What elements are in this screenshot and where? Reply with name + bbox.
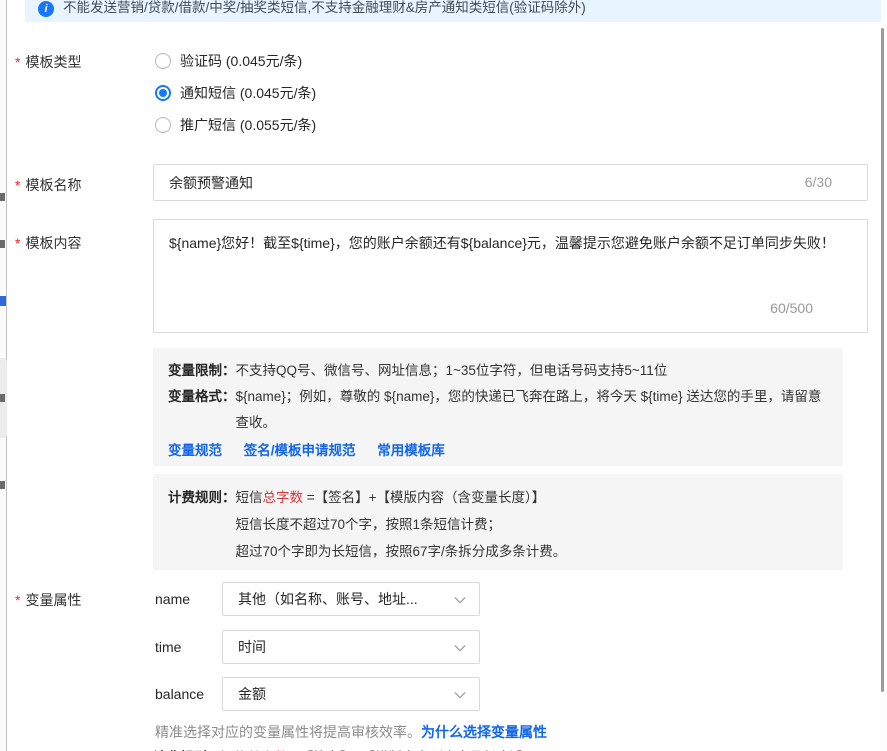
info-banner-text: 不能发送营销/贷款/借款/中奖/抽奖类短信,不支持金融理财&房产通知类短信(验证… xyxy=(63,0,586,16)
billing-rules-line1: 短信总字数 =【签名】+【模版内容（含变量长度）】 xyxy=(236,484,829,511)
attr-select-balance-value: 金额 xyxy=(238,684,445,704)
required-asterisk: * xyxy=(15,592,20,608)
template-name-input[interactable] xyxy=(153,164,868,201)
variable-attrs-label: *变量属性 xyxy=(15,590,81,610)
attr-select-name-value: 其他（如名称、账号、地址... xyxy=(238,589,445,609)
attr-key-balance: balance xyxy=(155,686,222,702)
clipped-text-fragment xyxy=(0,481,5,489)
clipped-text-fragment xyxy=(0,296,6,306)
template-content-textarea[interactable]: ${name}您好！截至${time}，您的账户余额还有${balance}元，… xyxy=(153,219,868,333)
radio-option-promotional-sms[interactable]: 推广短信 (0.055元/条) xyxy=(155,116,316,134)
why-choose-attr-link[interactable]: 为什么选择变量属性 xyxy=(421,724,547,740)
radio-icon[interactable] xyxy=(155,53,171,69)
info-banner: i 不能发送营销/贷款/借款/中奖/抽奖类短信,不支持金融理财&房产通知类短信(… xyxy=(25,0,881,22)
attr-row-time: time xyxy=(155,630,222,664)
background-page-sliver xyxy=(0,0,7,751)
radio-selected-icon[interactable] xyxy=(155,85,171,101)
clipped-text-fragment xyxy=(0,394,5,402)
attr-select-time[interactable]: 时间 xyxy=(222,630,480,664)
attr-row-name: name xyxy=(155,582,222,616)
variable-spec-link[interactable]: 变量规范 xyxy=(168,443,222,458)
attr-select-balance[interactable]: 金额 xyxy=(222,677,480,711)
template-name-label: *模板名称 xyxy=(15,175,81,195)
chevron-down-icon xyxy=(453,593,467,607)
chevron-down-icon xyxy=(453,688,467,702)
radio-icon[interactable] xyxy=(155,117,171,133)
variable-limit-text: 不支持QQ号、微信号、网址信息；1~35位字符，但电话号码支持5~11位 xyxy=(236,358,829,384)
attr-key-name: name xyxy=(155,591,222,607)
attr-key-time: time xyxy=(155,639,222,655)
required-asterisk: * xyxy=(15,177,20,193)
scrollbar-thumb[interactable] xyxy=(881,28,884,692)
common-template-library-link[interactable]: 常用模板库 xyxy=(377,443,445,458)
attr-select-name[interactable]: 其他（如名称、账号、地址... xyxy=(222,582,480,616)
clipped-billing-line: 计费规则： 短信总字数 =【签名】+【模版内容（含变量长度）】 xyxy=(153,744,843,751)
variable-format-text: ${name}；例如，尊敬的 ${name}，您的快递已飞奔在路上，将今天 ${… xyxy=(236,384,829,436)
variable-format-label: 变量格式： xyxy=(168,384,236,436)
template-content-label: *模板内容 xyxy=(15,233,81,253)
radio-option-notification-sms[interactable]: 通知短信 (0.045元/条) xyxy=(155,84,316,102)
radio-option-label: 通知短信 (0.045元/条) xyxy=(180,83,316,103)
signature-template-spec-link[interactable]: 签名/模板申请规范 xyxy=(244,443,356,458)
billing-rules-label: 计费规则： xyxy=(168,484,236,511)
variable-limit-label: 变量限制： xyxy=(168,358,236,384)
required-asterisk: * xyxy=(15,235,20,251)
required-asterisk: * xyxy=(15,54,20,70)
billing-rules-line2: 短信长度不超过70个字，按照1条短信计费； xyxy=(236,511,829,538)
clipped-text-fragment xyxy=(0,240,5,248)
radio-option-label: 验证码 (0.045元/条) xyxy=(180,51,302,71)
chevron-down-icon xyxy=(453,641,467,655)
radio-option-label: 推广短信 (0.055元/条) xyxy=(180,115,316,135)
attr-row-balance: balance xyxy=(155,677,222,711)
attr-select-time-value: 时间 xyxy=(238,637,445,657)
total-chars-highlight: 总字数 xyxy=(263,490,304,505)
radio-option-verification-code[interactable]: 验证码 (0.045元/条) xyxy=(155,52,302,70)
variable-rules-box: 变量限制： 不支持QQ号、微信号、网址信息；1~35位字符，但电话号码支持5~1… xyxy=(153,348,843,466)
variable-attr-hint: 精准选择对应的变量属性将提高审核效率。为什么选择变量属性 xyxy=(155,722,547,742)
billing-rules-line3: 超过70个字即为长短信，按照67字/条拆分成多条计费。 xyxy=(236,538,829,565)
clipped-text-fragment xyxy=(0,193,5,201)
billing-rules-box: 计费规则： 短信总字数 =【签名】+【模版内容（含变量长度）】 计费规则： 短信… xyxy=(153,474,843,570)
info-icon: i xyxy=(38,1,54,17)
template-type-label: *模板类型 xyxy=(15,52,81,72)
